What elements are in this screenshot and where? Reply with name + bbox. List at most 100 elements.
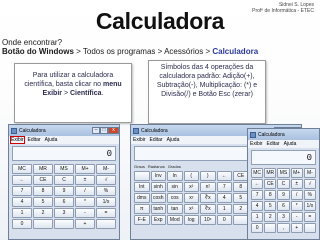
calc-key[interactable]: 1/x: [303, 201, 316, 211]
calc-key[interactable]: MR: [33, 164, 53, 174]
calc-key[interactable]: ): [200, 171, 216, 181]
calc-key[interactable]: ∛x: [200, 204, 216, 214]
calc-key[interactable]: ←: [216, 171, 232, 181]
calc-key[interactable]: %: [96, 186, 116, 196]
calc-key[interactable]: MC: [251, 168, 264, 178]
calc-key[interactable]: ±: [290, 179, 303, 189]
calc-key[interactable]: 3: [54, 208, 74, 218]
calc-key[interactable]: 7: [12, 186, 32, 196]
calc-key[interactable]: 6: [54, 197, 74, 207]
radio-grados[interactable]: Grados: [168, 164, 181, 169]
menu-exibir[interactable]: Exibir: [133, 137, 146, 143]
calc-key[interactable]: =: [303, 212, 316, 222]
menu-ajuda[interactable]: Ajuda: [284, 141, 297, 147]
calc-key[interactable]: 3: [277, 212, 290, 222]
calc-key[interactable]: 4: [251, 201, 264, 211]
calc-key[interactable]: CE: [33, 175, 53, 185]
calc-key[interactable]: 2: [33, 208, 53, 218]
calc-key[interactable]: ←: [12, 175, 32, 185]
calc-key[interactable]: +: [290, 223, 303, 233]
calc-key[interactable]: Inv: [150, 171, 166, 181]
calc-key[interactable]: dms: [134, 193, 150, 203]
calc-key[interactable]: log: [183, 215, 199, 225]
calc-key[interactable]: ∛x: [200, 193, 216, 203]
calc-key[interactable]: ←: [251, 179, 264, 189]
calc-key[interactable]: [134, 171, 150, 181]
calc-key[interactable]: MR: [264, 168, 277, 178]
calc-key[interactable]: 1: [12, 208, 32, 218]
calc-key[interactable]: %: [303, 190, 316, 200]
calc-key[interactable]: M+: [75, 164, 95, 174]
calc-key[interactable]: 6: [277, 201, 290, 211]
calc-key[interactable]: x³: [183, 204, 199, 214]
calc-key[interactable]: M+: [290, 168, 303, 178]
calc-key[interactable]: MC: [12, 164, 32, 174]
calc-key[interactable]: 10ˣ: [200, 215, 216, 225]
calc-key[interactable]: 5: [33, 197, 53, 207]
calc-key[interactable]: Mod: [167, 215, 183, 225]
menu-editar[interactable]: Editar: [267, 141, 280, 147]
calc-key[interactable]: tanh: [150, 204, 166, 214]
calc-key[interactable]: x²: [183, 182, 199, 192]
calc-key[interactable]: -: [290, 212, 303, 222]
calc-key[interactable]: 7: [216, 182, 232, 192]
radio-graus[interactable]: Graus: [134, 164, 145, 169]
calc-key[interactable]: [33, 219, 53, 229]
calc-key[interactable]: √: [96, 175, 116, 185]
calc-key[interactable]: /: [290, 190, 303, 200]
calc-key[interactable]: -: [75, 208, 95, 218]
menu-editar[interactable]: Editar: [150, 137, 163, 143]
calc-key[interactable]: [54, 219, 74, 229]
calc-key[interactable]: 4: [12, 197, 32, 207]
menu-exibir[interactable]: Exibir: [10, 136, 25, 144]
calc-key[interactable]: 0: [216, 215, 232, 225]
calc-key[interactable]: 8: [33, 186, 53, 196]
calc-key[interactable]: n!: [200, 182, 216, 192]
calc-key[interactable]: F-E: [134, 215, 150, 225]
calc-key[interactable]: ±: [75, 175, 95, 185]
calc-key[interactable]: *: [290, 201, 303, 211]
calc-key[interactable]: MS: [277, 168, 290, 178]
calc-key[interactable]: CE: [264, 179, 277, 189]
calc-key[interactable]: /: [75, 186, 95, 196]
calc-key[interactable]: tan: [167, 204, 183, 214]
menu-exibir[interactable]: Exibir: [250, 141, 263, 147]
calc-key[interactable]: 5: [264, 201, 277, 211]
calc-key[interactable]: C: [54, 175, 74, 185]
calc-key[interactable]: 1/x: [96, 197, 116, 207]
menu-ajuda[interactable]: Ajuda: [167, 137, 180, 143]
calc-key[interactable]: xʸ: [183, 193, 199, 203]
calc-key[interactable]: Int: [134, 182, 150, 192]
calc-key[interactable]: cos: [167, 193, 183, 203]
calc-key[interactable]: [96, 219, 116, 229]
calc-key[interactable]: 0: [251, 223, 264, 233]
calc-key[interactable]: ln: [167, 171, 183, 181]
calc-key[interactable]: [264, 223, 277, 233]
calc-key[interactable]: C: [277, 179, 290, 189]
calc-key[interactable]: 7: [251, 190, 264, 200]
calc-key[interactable]: 8: [264, 190, 277, 200]
calc-key[interactable]: M-: [303, 168, 316, 178]
calc-key[interactable]: (: [183, 171, 199, 181]
calc-key[interactable]: Exp: [150, 215, 166, 225]
calc-key[interactable]: 0: [12, 219, 32, 229]
calc-key[interactable]: √: [303, 179, 316, 189]
calc-key[interactable]: ,: [277, 223, 290, 233]
calc-key[interactable]: =: [96, 208, 116, 218]
calc-key[interactable]: 4: [216, 193, 232, 203]
close-button[interactable]: x: [108, 126, 119, 134]
calc-key[interactable]: 1: [216, 204, 232, 214]
radio-radianos[interactable]: Radianos: [148, 164, 165, 169]
maximize-button[interactable]: □: [100, 126, 108, 134]
calc-key[interactable]: M-: [96, 164, 116, 174]
calc-key[interactable]: [303, 223, 316, 233]
menu-editar[interactable]: Editar: [28, 137, 41, 143]
calc-key[interactable]: +: [75, 219, 95, 229]
calc-key[interactable]: 9: [54, 186, 74, 196]
calc-key[interactable]: MS: [54, 164, 74, 174]
calc-key[interactable]: 2: [264, 212, 277, 222]
calc-key[interactable]: 9: [277, 190, 290, 200]
calc-key[interactable]: π: [134, 204, 150, 214]
minimize-button[interactable]: –: [92, 126, 100, 134]
calc-key[interactable]: sinh: [150, 182, 166, 192]
